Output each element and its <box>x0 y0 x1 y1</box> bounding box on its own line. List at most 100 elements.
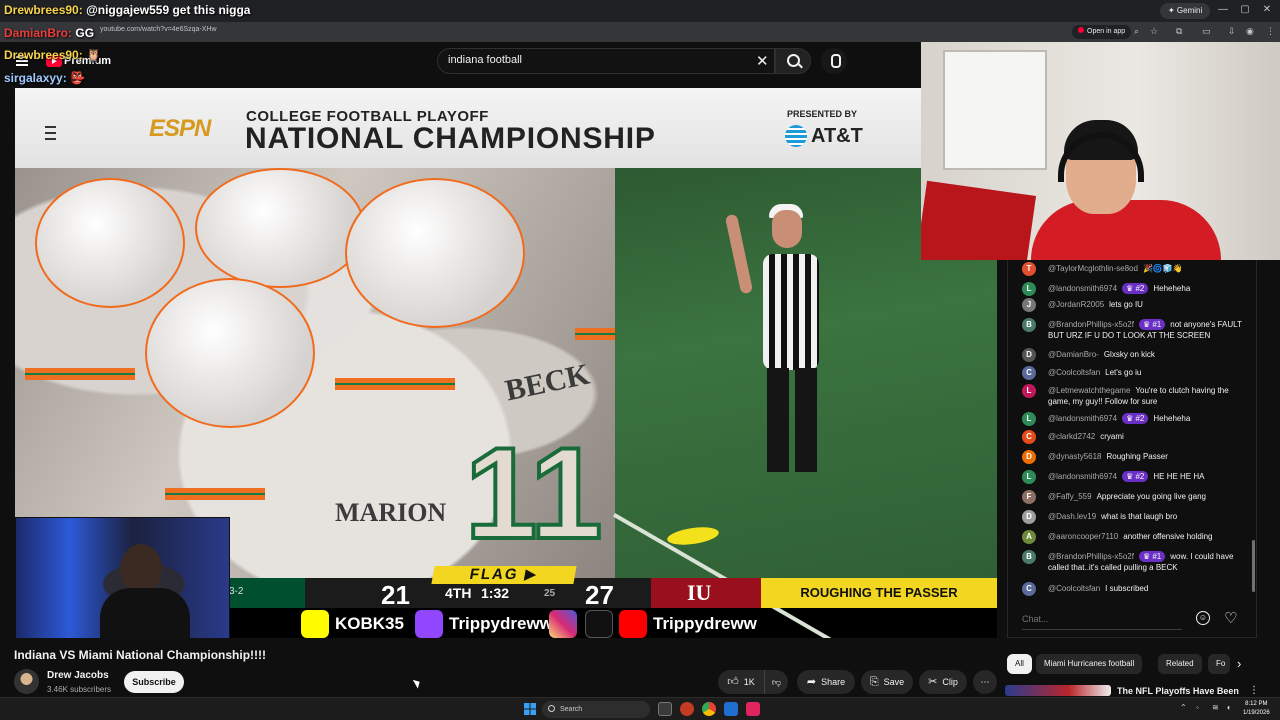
chip-related[interactable]: Related <box>1158 654 1202 674</box>
volume-icon[interactable]: ◖ <box>1226 703 1231 712</box>
chat-username[interactable]: @landonsmith6974 <box>1048 414 1117 423</box>
chat-username[interactable]: @aaroncooper7110 <box>1048 532 1118 541</box>
minimize-icon[interactable]: — <box>1216 4 1230 15</box>
chat-avatar[interactable]: L <box>1022 412 1036 426</box>
chat-text: HE HE HE HA <box>1153 472 1205 481</box>
overlay-chat-message: GG <box>75 26 95 40</box>
app-icon[interactable] <box>746 702 760 716</box>
chat-message-body: @dynasty5618 Roughing Passer <box>1048 451 1248 462</box>
tray-chevron-icon[interactable]: ⌃ <box>1180 703 1187 712</box>
live-chat-panel[interactable]: T @TaylorMcglothlin-se8od 🎉🌀🧊👋 L @landonsmit… <box>1007 260 1257 638</box>
share-label: Share <box>821 677 846 687</box>
chat-avatar[interactable]: J <box>1022 298 1036 312</box>
chevron-right-icon[interactable]: › <box>1237 656 1241 671</box>
chat-message-body: @Faffy_559 Appreciate you going live gang <box>1048 491 1248 502</box>
wifi-icon[interactable]: ≋ <box>1212 703 1219 712</box>
close-window-icon[interactable]: ✕ <box>1260 4 1274 15</box>
maximize-icon[interactable]: ▢ <box>1238 4 1252 15</box>
chat-username[interactable]: @clarkd2742 <box>1048 432 1095 441</box>
channel-name[interactable]: Drew Jacobs <box>47 670 109 681</box>
chat-username[interactable]: @dynasty5618 <box>1048 452 1102 461</box>
downloads-icon[interactable]: ⇩ <box>1228 26 1236 37</box>
search-button[interactable] <box>775 48 811 74</box>
chat-username[interactable]: @TaylorMcglothlin-se8od <box>1048 264 1138 273</box>
chat-avatar[interactable]: L <box>1022 384 1036 398</box>
clear-search-icon[interactable]: ✕ <box>756 52 769 70</box>
clip-button[interactable]: ✂ Clip <box>919 670 967 694</box>
windows-start-icon[interactable] <box>524 703 536 715</box>
channel-avatar[interactable] <box>14 669 39 694</box>
voice-search-mic-icon[interactable] <box>821 48 847 74</box>
chat-text: I subscribed <box>1105 584 1149 593</box>
chat-message-body: @BrandonPhillips-x5o2f ♛ #1 not anyone's F… <box>1048 319 1248 341</box>
heart-icon[interactable]: ♡ <box>1224 609 1237 627</box>
indiana-score: 27 <box>585 580 614 610</box>
app-icon[interactable] <box>680 702 694 716</box>
extensions-icon[interactable]: ⧉ <box>1176 26 1182 37</box>
chat-avatar[interactable]: C <box>1022 430 1036 444</box>
chat-avatar[interactable]: C <box>1022 582 1036 596</box>
chat-username[interactable]: @JordanR2005 <box>1048 300 1104 309</box>
chat-avatar[interactable]: A <box>1022 530 1036 544</box>
chat-avatar[interactable]: F <box>1022 490 1036 504</box>
save-button[interactable]: ⎘ Save <box>861 670 913 694</box>
chat-username[interactable]: @Coolcoltsfan <box>1048 368 1100 377</box>
bookmark-star-icon[interactable]: ☆ <box>1150 26 1158 37</box>
chip-miami-hurricanes[interactable]: Miami Hurricanes football <box>1036 654 1143 674</box>
address-bar[interactable]: youtube.com/watch?v=4e6Szqa-XHw Open in … <box>0 22 1280 42</box>
chat-username[interactable]: @Coolcoltsfan <box>1048 584 1100 593</box>
like-button[interactable]: 👍︎ 1K <box>718 670 764 694</box>
chrome-icon[interactable] <box>702 702 716 716</box>
miami-score: 21 <box>381 580 410 610</box>
chat-scrollbar[interactable] <box>1252 540 1255 592</box>
chat-message-body: @landonsmith6974 ♛ #2 HE HE HE HA <box>1048 471 1248 482</box>
zoom-icon[interactable]: ⌕ <box>1134 26 1139 37</box>
mic-tray-icon[interactable]: ◦ <box>1196 703 1199 712</box>
chip-all[interactable]: All <box>1007 654 1032 674</box>
share-button[interactable]: ➦ Share <box>797 670 855 694</box>
chat-username[interactable]: @Letmewatchthegame <box>1048 386 1130 395</box>
chat-avatar[interactable]: B <box>1022 318 1036 332</box>
referee-legs <box>767 368 817 472</box>
chat-avatar[interactable]: B <box>1022 550 1036 564</box>
search-input[interactable] <box>448 54 748 66</box>
chat-username[interactable]: @DamianBro- <box>1048 350 1099 359</box>
overlay-chat-message: 👺 <box>70 71 86 85</box>
chat-username[interactable]: @Faffy_559 <box>1048 492 1092 501</box>
thumbs-down-icon: 👎︎ <box>771 677 782 687</box>
taskbar-clock[interactable]: 8:12 PM 1/19/2026 <box>1243 700 1270 718</box>
gemini-button[interactable]: ✦ Gemini <box>1160 3 1211 19</box>
chat-username[interactable]: @landonsmith6974 <box>1048 284 1117 293</box>
chat-avatar[interactable]: D <box>1022 510 1036 524</box>
chat-username[interactable]: @landonsmith6974 <box>1048 472 1117 481</box>
browser-menu-icon[interactable]: ⋮ <box>1266 26 1275 37</box>
side-panel-icon[interactable]: ▭ <box>1202 26 1211 37</box>
chat-username[interactable]: @BrandonPhillips-x5o2f <box>1048 320 1134 329</box>
chat-username[interactable]: @Dash.lev19 <box>1048 512 1096 521</box>
chat-username[interactable]: @BrandonPhillips-x5o2f <box>1048 552 1134 561</box>
more-actions-button[interactable]: ⋯ <box>973 670 997 694</box>
related-video-title[interactable]: The NFL Playoffs Have Been <box>1117 686 1239 696</box>
search-box[interactable]: ✕ <box>437 48 775 74</box>
chat-avatar[interactable]: C <box>1022 366 1036 380</box>
related-video-thumbnail[interactable] <box>1005 685 1111 696</box>
profile-icon[interactable]: ◉ <box>1246 26 1254 37</box>
emoji-icon[interactable]: ☺ <box>1196 611 1210 625</box>
chat-input[interactable] <box>1022 608 1182 630</box>
chat-avatar[interactable]: L <box>1022 282 1036 296</box>
open-in-app-button[interactable]: Open in app <box>1072 25 1132 39</box>
chat-avatar[interactable]: T <box>1022 262 1036 276</box>
chat-avatar[interactable]: D <box>1022 348 1036 362</box>
app-icon[interactable] <box>724 702 738 716</box>
related-more-icon[interactable]: ⋮ <box>1249 685 1259 696</box>
taskbar-search[interactable]: Search <box>542 701 650 718</box>
task-view-icon[interactable] <box>658 702 672 716</box>
subscribe-button[interactable]: Subscribe <box>124 671 184 693</box>
chat-message-body: @JordanR2005 lets go IU <box>1048 299 1248 310</box>
url-text[interactable]: youtube.com/watch?v=4e6Szqa-XHw <box>100 26 217 33</box>
webcam-person-head <box>120 544 162 594</box>
dislike-button[interactable]: 👎︎ <box>764 670 788 694</box>
chip-fo[interactable]: Fo <box>1208 654 1230 674</box>
chat-avatar[interactable]: D <box>1022 450 1036 464</box>
chat-avatar[interactable]: L <box>1022 470 1036 484</box>
